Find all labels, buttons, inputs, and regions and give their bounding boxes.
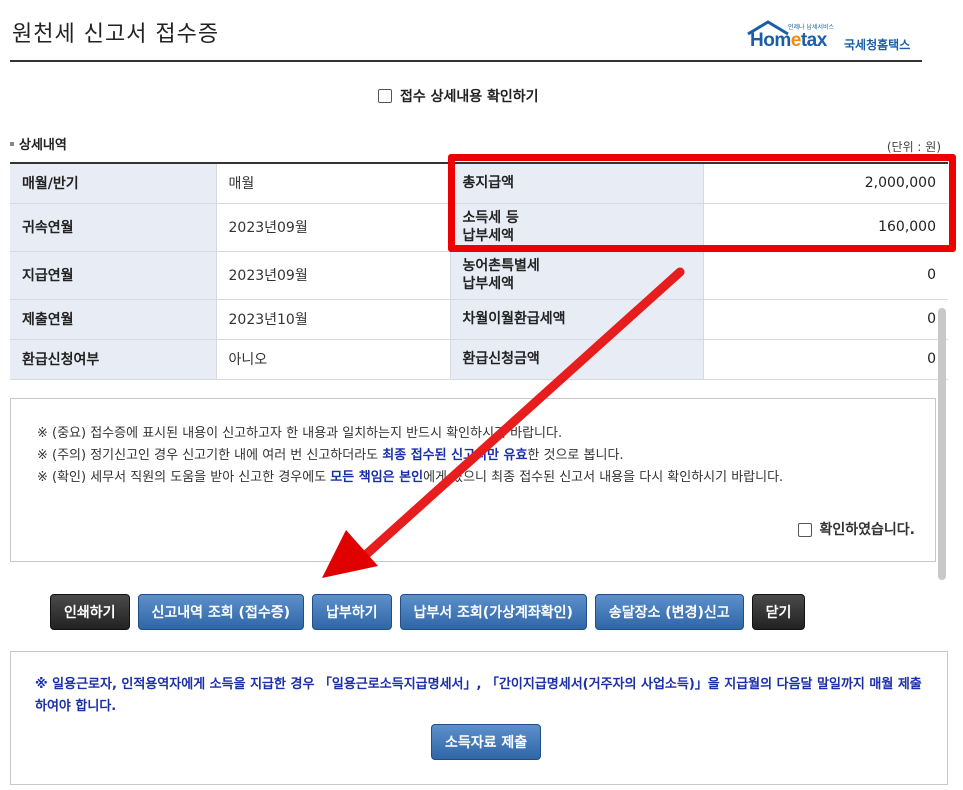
row-amount: 0 <box>702 299 948 340</box>
confirm-detail-toggle[interactable]: 접수 상세내용 확인하기 <box>378 86 539 106</box>
row-label-line: 농어촌특별세 <box>462 258 540 274</box>
bullet-icon <box>10 141 14 146</box>
pay-button[interactable]: 납부하기 <box>312 594 392 630</box>
row-value: 아니오 <box>215 339 451 380</box>
row-value: 2023년10월 <box>215 299 451 340</box>
agree-checkbox[interactable] <box>797 523 812 537</box>
table-row: 지급연월 2023년09월 농어촌특별세납부세액 0 <box>10 251 948 300</box>
notice-line: ※ (확인) 세무서 직원의 도움을 받아 신고한 경우에도 모든 책임은 본인… <box>37 467 909 489</box>
row-label: 총지급액 <box>450 163 703 204</box>
unit-label: (단위 : 원) <box>886 140 941 154</box>
row-label: 매월/반기 <box>10 163 216 204</box>
payment-slip-button[interactable]: 납부서 조회(가상계좌확인) <box>399 594 587 630</box>
notice-line: ※ (주의) 정기신고인 경우 신고기한 내에 여러 번 신고하더라도 최종 접… <box>37 445 909 467</box>
confirm-detail-checkbox[interactable] <box>378 89 392 103</box>
row-amount: 0 <box>702 251 948 300</box>
income-submit-button[interactable]: 소득자료 제출 <box>431 724 542 760</box>
row-label-line: 납부세액 <box>462 228 515 244</box>
table-row: 매월/반기 매월 총지급액 2,000,000 <box>10 163 948 204</box>
hometax-logo[interactable]: 언제나 납세서비스 Hometax 국세청홈택스 <box>746 20 922 60</box>
notice-highlight: 최종 접수된 신고서만 유효 <box>382 448 528 463</box>
notice-box: ※ (중요) 접수증에 표시된 내용이 신고하고자 한 내용과 일치하는지 반드… <box>10 398 936 562</box>
logo-korean: 국세청홈택스 <box>844 38 911 52</box>
agree-toggle[interactable]: 확인하였습니다. <box>797 519 915 541</box>
action-buttons: 인쇄하기 신고내역 조회 (접수증) 납부하기 납부서 조회(가상계좌확인) 송… <box>50 594 806 630</box>
close-button[interactable]: 닫기 <box>751 594 806 630</box>
row-amount: 0 <box>702 339 948 380</box>
row-label: 차월이월환급세액 <box>450 299 703 340</box>
table-row: 환급신청여부 아니오 환급신청금액 0 <box>10 339 948 380</box>
confirm-detail-label: 접수 상세내용 확인하기 <box>400 89 539 105</box>
notice-line: ※ (중요) 접수증에 표시된 내용이 신고하고자 한 내용과 일치하는지 반드… <box>37 426 563 441</box>
logo-text: Hometax <box>750 30 827 51</box>
row-value: 매월 <box>215 163 451 204</box>
row-label: 지급연월 <box>10 251 216 300</box>
row-amount: 2,000,000 <box>702 163 948 204</box>
delivery-address-button[interactable]: 송달장소 (변경)신고 <box>594 594 744 630</box>
bottom-notice-box: ※ 일용근로자, 인적용역자에게 소득을 지급한 경우 「일용근로소득지급명세서… <box>10 651 948 785</box>
notice-text: 에게 있으니 최종 접수된 신고서 내용을 다시 확인하시기 바랍니다. <box>423 470 784 485</box>
row-label: 농어촌특별세납부세액 <box>450 251 703 300</box>
row-value: 2023년09월 <box>215 203 451 252</box>
bottom-notice-text: ※ 일용근로자, 인적용역자에게 소득을 지급한 경우 「일용근로소득지급명세서… <box>35 677 922 714</box>
notice-text: ※ (확인) 세무서 직원의 도움을 받아 신고한 경우에도 <box>37 470 331 485</box>
table-row: 제출연월 2023년10월 차월이월환급세액 0 <box>10 299 948 340</box>
section-title: 상세내역 <box>10 134 67 153</box>
history-button[interactable]: 신고내역 조회 (접수증) <box>137 594 304 630</box>
row-label: 소득세 등납부세액 <box>450 203 703 252</box>
scrollbar[interactable] <box>938 308 946 580</box>
row-amount: 160,000 <box>702 203 948 252</box>
section-title-text: 상세내역 <box>19 138 67 153</box>
detail-table: 매월/반기 매월 총지급액 2,000,000 귀속연월 2023년09월 소득… <box>10 162 948 380</box>
page-header: 원천세 신고서 접수증 언제나 납세서비스 Hometax 국세청홈택스 <box>10 0 922 62</box>
agree-label: 확인하였습니다. <box>819 522 915 538</box>
notice-highlight: 모든 책임은 본인 <box>330 470 424 485</box>
notice-text: 한 것으로 봅니다. <box>527 448 624 463</box>
notice-text: ※ (주의) 정기신고인 경우 신고기한 내에 여러 번 신고하더라도 <box>37 448 383 463</box>
row-label-line: 소득세 등 <box>462 210 519 226</box>
row-label: 제출연월 <box>10 299 216 340</box>
print-button[interactable]: 인쇄하기 <box>50 594 130 630</box>
page-title: 원천세 신고서 접수증 <box>12 22 220 47</box>
table-row: 귀속연월 2023년09월 소득세 등납부세액 160,000 <box>10 203 948 252</box>
row-label-line: 납부세액 <box>462 276 515 292</box>
row-value: 2023년09월 <box>215 251 451 300</box>
row-label: 귀속연월 <box>10 203 216 252</box>
row-label: 환급신청여부 <box>10 339 216 380</box>
row-label: 환급신청금액 <box>450 339 703 380</box>
